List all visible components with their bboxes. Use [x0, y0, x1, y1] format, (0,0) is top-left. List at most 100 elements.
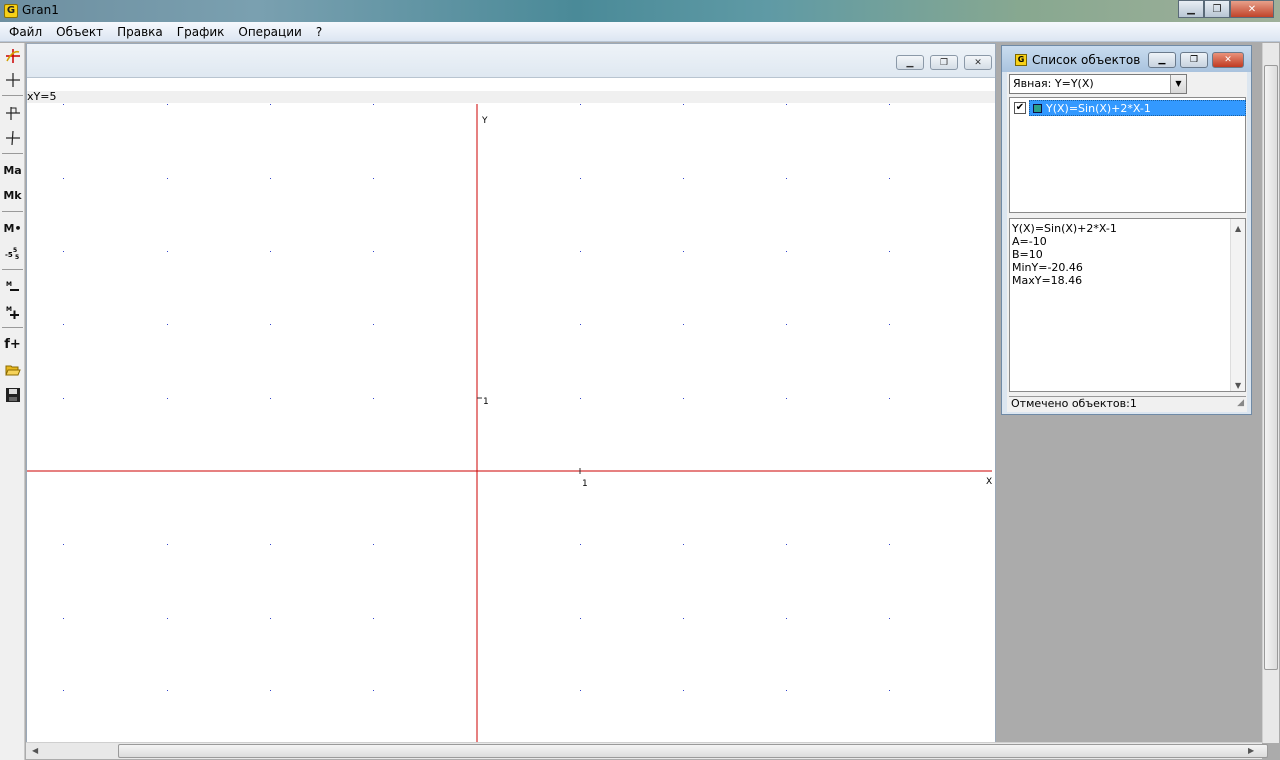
info-line: MinY=-20.46 — [1012, 261, 1083, 274]
object-list: ✔ Y(X)=Sin(X)+2*X-1 — [1009, 97, 1246, 213]
ma-icon[interactable]: Ma — [2, 160, 23, 181]
svg-text:5: 5 — [13, 247, 17, 254]
graph-minimize-button[interactable]: ▁ — [896, 55, 924, 70]
f-plus-icon[interactable]: f+ — [2, 334, 23, 355]
scroll-left-icon[interactable]: ◀ — [32, 746, 38, 755]
axis-pin-icon[interactable] — [2, 102, 23, 123]
grid-dot — [889, 178, 890, 179]
vertical-scroll-thumb[interactable] — [1264, 65, 1278, 670]
grid-dot — [270, 544, 271, 545]
grid-dot — [167, 178, 168, 179]
grid-dot — [786, 690, 787, 691]
m-plus-icon[interactable]: M — [2, 301, 23, 322]
object-visible-checkbox[interactable]: ✔ — [1014, 102, 1026, 114]
coordinate-readout: xY=5 — [27, 91, 995, 103]
graph-window-header: ▁ ❐ ✕ — [27, 44, 995, 78]
grid-dot — [270, 178, 271, 179]
horizontal-scrollbar[interactable]: ◀ ▶ — [26, 742, 1268, 759]
cross-icon[interactable] — [2, 69, 23, 90]
chevron-down-icon[interactable]: ▼ — [1170, 75, 1186, 93]
grid-dot — [373, 618, 374, 619]
m-dot-icon[interactable]: M• — [2, 218, 23, 239]
svg-text:M: M — [6, 306, 12, 313]
m-minus-icon[interactable]: M — [2, 276, 23, 297]
save-disk-icon[interactable] — [2, 384, 23, 405]
grid-dot — [786, 618, 787, 619]
grid-dot — [580, 104, 581, 105]
cross-thin-icon[interactable] — [2, 127, 23, 148]
grid-dot — [63, 398, 64, 399]
menu-graph[interactable]: График — [170, 22, 232, 42]
grid-dot — [167, 690, 168, 691]
object-list-panel: G Список объектов ▁ ❐ ✕ Явная: Y=Y(X) ▼ … — [1001, 45, 1252, 415]
restore-button[interactable]: ❐ — [1204, 0, 1230, 18]
graph-canvas[interactable]: Y X 1 1 — [27, 104, 995, 742]
object-panel-body: Явная: Y=Y(X) ▼ ✔ Y(X)=Sin(X)+2*X-1 Y(X)… — [1007, 72, 1247, 412]
graph-close-button[interactable]: ✕ — [964, 55, 992, 70]
grid-dot — [683, 618, 684, 619]
panel-restore-button[interactable]: ❐ — [1180, 52, 1208, 68]
grid-dot — [373, 398, 374, 399]
grid-dot — [270, 251, 271, 252]
grid-dot — [683, 324, 684, 325]
status-text: Отмечено объектов:1 — [1011, 397, 1137, 410]
grid-dot — [786, 178, 787, 179]
grid-dot — [580, 251, 581, 252]
grid-dot — [167, 544, 168, 545]
grid-dot — [889, 690, 890, 691]
grid-dot — [373, 104, 374, 105]
x-unit-label: 1 — [582, 479, 588, 489]
grid-dot — [889, 398, 890, 399]
graph-window: ▁ ❐ ✕ xY=5 Y X 1 1 — [26, 43, 996, 743]
grid-dot — [889, 324, 890, 325]
object-type-select[interactable]: Явная: Y=Y(X) ▼ — [1009, 74, 1187, 94]
grid-dot — [373, 690, 374, 691]
menu-bar: Файл Объект Правка График Операции ? — [0, 22, 1280, 42]
object-panel-icon: G — [1015, 54, 1027, 66]
menu-operations[interactable]: Операции — [231, 22, 308, 42]
grid-dot — [63, 251, 64, 252]
panel-close-button[interactable]: ✕ — [1212, 52, 1244, 68]
info-scrollbar[interactable]: ▲ ▼ — [1230, 219, 1245, 391]
menu-edit[interactable]: Правка — [110, 22, 170, 42]
scroll-right-icon[interactable]: ▶ — [1248, 746, 1254, 755]
mk-icon[interactable]: Mk — [2, 185, 23, 206]
graph-restore-button[interactable]: ❐ — [930, 55, 958, 70]
minimize-button[interactable]: ▁ — [1178, 0, 1204, 18]
toolbar-separator — [2, 269, 23, 270]
grid-dot — [580, 618, 581, 619]
grid-dot — [63, 178, 64, 179]
status-bar: Отмечено объектов:1 ◢ — [1009, 396, 1246, 411]
svg-text:M: M — [6, 281, 12, 288]
svg-text:-5: -5 — [5, 251, 13, 259]
vertical-scrollbar[interactable] — [1262, 43, 1279, 743]
grid-dot — [786, 324, 787, 325]
window-title: Gran1 — [22, 3, 59, 17]
grid-dot — [683, 398, 684, 399]
axes-icon[interactable] — [2, 45, 23, 66]
grid-dot — [786, 251, 787, 252]
scroll-up-icon[interactable]: ▲ — [1235, 222, 1241, 235]
list-item[interactable]: ✔ Y(X)=Sin(X)+2*X-1 — [1012, 100, 1246, 116]
open-folder-icon[interactable] — [2, 359, 23, 380]
grid-dot — [786, 544, 787, 545]
menu-file[interactable]: Файл — [2, 22, 49, 42]
menu-help[interactable]: ? — [309, 22, 329, 42]
horizontal-scroll-thumb[interactable] — [118, 744, 1268, 758]
panel-minimize-button[interactable]: ▁ — [1148, 52, 1176, 68]
y-unit-label: 1 — [483, 397, 489, 407]
y-axis-label: Y — [481, 116, 488, 126]
app-window: G Gran1 ▁ ❐ ✕ Файл Объект Правка График … — [0, 0, 1280, 760]
close-button[interactable]: ✕ — [1230, 0, 1274, 18]
object-label[interactable]: Y(X)=Sin(X)+2*X-1 — [1029, 100, 1246, 116]
object-panel-titlebar: G Список объектов ▁ ❐ ✕ — [1002, 46, 1251, 72]
grid-dot — [580, 324, 581, 325]
scroll-down-icon[interactable]: ▼ — [1235, 379, 1241, 392]
menu-object[interactable]: Объект — [49, 22, 110, 42]
svg-text:5: 5 — [15, 254, 19, 261]
scale-icon[interactable]: -5 5 5 — [2, 243, 23, 264]
grid-dot — [683, 544, 684, 545]
toolbar-separator — [2, 327, 23, 328]
resize-grip-icon[interactable]: ◢ — [1237, 396, 1244, 410]
title-bar: G Gran1 ▁ ❐ ✕ — [0, 0, 1280, 22]
